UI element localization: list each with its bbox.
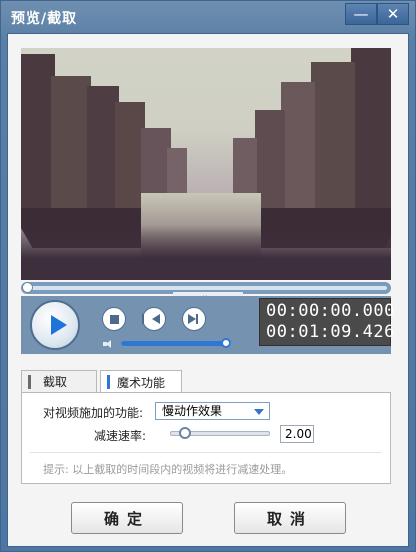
- speed-label: 减速速率:: [94, 429, 147, 443]
- video-building: [281, 82, 315, 222]
- speed-handle[interactable]: [179, 427, 191, 439]
- video-preview[interactable]: [21, 48, 391, 280]
- tab-magic-marker: [107, 375, 110, 389]
- title-bar[interactable]: 预览/截取 — ✕: [1, 1, 415, 33]
- tab-magic-label: 魔术功能: [117, 375, 166, 390]
- speaker-icon[interactable]: [103, 340, 113, 348]
- tab-cut[interactable]: 截取: [21, 370, 97, 392]
- minimize-icon: —: [353, 5, 369, 23]
- next-frame-button[interactable]: [182, 307, 206, 331]
- video-building: [51, 76, 91, 226]
- volume-fill: [121, 341, 226, 346]
- stop-icon: [109, 314, 119, 324]
- function-select[interactable]: 慢动作效果: [155, 402, 270, 420]
- seek-handle[interactable]: [22, 282, 33, 293]
- speed-slider[interactable]: [170, 427, 270, 439]
- ok-button[interactable]: 确定: [71, 502, 183, 534]
- previous-frame-button[interactable]: [142, 307, 166, 331]
- next-frame-icon: [188, 314, 198, 324]
- function-label: 对视频施加的功能:: [43, 406, 144, 420]
- play-button[interactable]: [30, 300, 80, 350]
- video-foreground: [21, 225, 391, 280]
- function-select-value: 慢动作效果: [162, 404, 223, 418]
- window-title: 预览/截取: [11, 11, 78, 27]
- tab-cut-label: 截取: [43, 375, 68, 389]
- divider: [30, 452, 382, 453]
- volume-slider[interactable]: [121, 338, 231, 348]
- dialog-body: ⌄ 00:00:00.000 00:0: [7, 33, 409, 547]
- previous-frame-icon: [142, 314, 160, 324]
- minimize-button[interactable]: —: [345, 3, 377, 25]
- dialog-window: 预览/截取 — ✕ 00:00:00.000 00:01:09.426 截取 魔…: [0, 0, 416, 552]
- time-display: 00:00:00.000 00:01:09.426: [259, 298, 394, 346]
- close-icon: ✕: [386, 5, 400, 23]
- player-controls: 00:00:00.000 00:01:09.426: [21, 296, 394, 354]
- volume-handle[interactable]: [220, 338, 231, 348]
- close-button[interactable]: ✕: [377, 3, 409, 25]
- play-icon: [51, 315, 67, 335]
- magic-panel: 对视频施加的功能: 慢动作效果 减速速率: 2.00 提示: 以上截取的时间段内…: [21, 392, 391, 484]
- total-time: 00:01:09.426: [266, 322, 395, 342]
- cancel-button[interactable]: 取消: [234, 502, 346, 534]
- tab-magic[interactable]: 魔术功能: [100, 370, 182, 393]
- tab-cut-marker: [28, 374, 31, 389]
- title-buttons: — ✕: [345, 3, 409, 25]
- stop-button[interactable]: [102, 307, 126, 331]
- speed-input[interactable]: 2.00: [280, 425, 314, 443]
- chevron-down-icon: [254, 409, 264, 415]
- current-time: 00:00:00.000: [266, 301, 395, 321]
- video-building: [21, 54, 55, 229]
- hint-text: 提示: 以上截取的时间段内的视频将进行减速处理。: [43, 463, 293, 476]
